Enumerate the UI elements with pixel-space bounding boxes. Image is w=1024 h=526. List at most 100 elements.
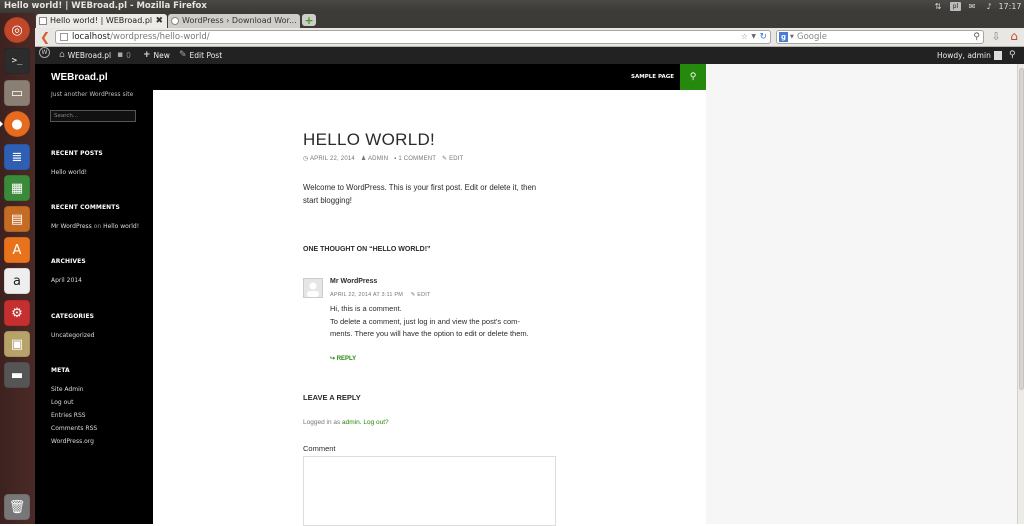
bookmark-star-icon[interactable]: ☆: [741, 31, 748, 43]
header-search-button[interactable]: ⚲: [680, 64, 706, 90]
url-path: /wordpress/hello-world/: [110, 32, 210, 42]
post-comment-count[interactable]: 1 COMMENT: [398, 156, 436, 162]
reply-arrow-icon: ↪: [330, 356, 336, 362]
home-icon[interactable]: ⌂: [1007, 29, 1021, 44]
downloads-icon[interactable]: ⇩: [990, 30, 1002, 44]
logged-in-text: Logged in as admin. Log out?: [303, 419, 389, 426]
trash-icon[interactable]: 🗑: [4, 494, 30, 520]
admin-bar-account[interactable]: Howdy, admin: [937, 47, 1002, 64]
archive-link[interactable]: April 2014: [51, 277, 82, 284]
firefox-icon[interactable]: ●: [4, 111, 30, 137]
reply-button[interactable]: ↪ REPLY: [330, 355, 356, 362]
meta-link-wordpress-org[interactable]: WordPress.org: [51, 438, 94, 445]
logged-in-as-label: Logged in as: [303, 419, 341, 426]
pencil-icon: ✎: [441, 156, 448, 162]
meta-link-site-admin[interactable]: Site Admin: [51, 386, 84, 393]
post-edit-link[interactable]: EDIT: [449, 156, 463, 162]
vertical-scrollbar[interactable]: [1017, 64, 1024, 524]
post-body: Welcome to WordPress. This is your first…: [303, 181, 536, 207]
comment-date[interactable]: APRIL 22, 2014 AT 3:11 PM: [330, 292, 403, 298]
volume-icon[interactable]: ♪: [983, 0, 995, 13]
admin-bar-site-link[interactable]: ⌂ WEBroad.pl: [59, 47, 111, 64]
archive-manager-icon[interactable]: ▣: [4, 331, 30, 357]
software-center-icon[interactable]: A: [4, 237, 30, 263]
comment-line: To delete a comment, just log in and vie…: [330, 316, 520, 326]
admin-bar-site-name: WEBroad.pl: [67, 51, 112, 60]
plus-icon: +: [143, 50, 151, 60]
meta-link-entries-rss[interactable]: Entries RSS: [51, 412, 86, 419]
recent-comment-post-link[interactable]: Hello world!: [103, 223, 139, 230]
user-icon: ♟: [360, 156, 367, 162]
chevron-down-icon[interactable]: ▼: [790, 31, 794, 43]
terminal-icon[interactable]: >_: [4, 48, 30, 74]
post-author[interactable]: ADMIN: [368, 156, 388, 162]
dropdown-arrow-icon[interactable]: ▼: [751, 31, 756, 43]
comment-body: Hi, this is a comment. To delete a comme…: [330, 303, 529, 341]
comments-heading: ONE THOUGHT ON “HELLO WORLD!”: [303, 246, 431, 253]
tab-label: WordPress › Download Wor...: [182, 16, 297, 25]
writer-icon[interactable]: ≣: [4, 144, 30, 170]
admin-bar-new[interactable]: + New: [143, 47, 170, 64]
clock-icon: ◷: [303, 156, 309, 162]
meta-link-log-out[interactable]: Log out: [51, 399, 73, 406]
reply-label: REPLY: [336, 356, 357, 362]
files-icon[interactable]: ▭: [4, 80, 30, 106]
page-icon: [39, 17, 47, 25]
keyboard-layout-indicator[interactable]: pl: [950, 2, 961, 11]
tab-wordpress-download[interactable]: WordPress › Download Wor...: [168, 14, 300, 28]
category-link[interactable]: Uncategorized: [51, 332, 94, 339]
amazon-icon[interactable]: a: [4, 268, 30, 294]
recent-comment-author[interactable]: Mr WordPress: [51, 223, 92, 230]
comment-edit-link[interactable]: EDIT: [417, 292, 430, 298]
tab-hello-world[interactable]: Hello world! | WEBroad.pl ✖: [36, 14, 167, 28]
logged-in-user-link[interactable]: admin.: [342, 419, 362, 426]
site-title[interactable]: WEBroad.pl: [51, 72, 108, 83]
page-background: [706, 64, 1017, 524]
url-host: localhost: [72, 32, 111, 42]
wordpress-icon: [171, 17, 179, 25]
scrollbar-thumb[interactable]: [1019, 68, 1024, 390]
widget-heading-archives: ARCHIVES: [51, 258, 86, 265]
comments-bubble-icon[interactable]: ▪ 0: [117, 47, 131, 64]
comment-line: ments. There you will have the option to…: [330, 329, 529, 338]
search-icon[interactable]: ⚲: [973, 31, 980, 43]
wp-logo-icon[interactable]: W: [39, 47, 50, 58]
site-identity-icon[interactable]: [60, 33, 68, 41]
meta-link-comments-rss[interactable]: Comments RSS: [51, 425, 97, 432]
network-transfer-icon[interactable]: ⇅: [932, 0, 944, 13]
main-content: HELLO WORLD! ◷ APRIL 22, 2014 ♟ ADMIN ▪ …: [153, 90, 706, 526]
back-button[interactable]: ❮: [38, 29, 52, 45]
url-bar[interactable]: localhost/wordpress/hello-world/ ☆ ▼ ↻: [55, 30, 771, 44]
search-bar[interactable]: g ▼ Google ⚲: [776, 30, 984, 44]
drive-icon[interactable]: ▬: [4, 362, 30, 388]
mail-envelope-icon[interactable]: ✉: [967, 0, 977, 13]
close-icon[interactable]: ✖: [155, 14, 163, 28]
reload-icon[interactable]: ↻: [759, 31, 767, 43]
admin-bar-search-icon[interactable]: ⚲: [1009, 47, 1016, 64]
post-title: HELLO WORLD!: [303, 130, 436, 149]
post-body-line: Welcome to WordPress. This is your first…: [303, 183, 537, 192]
admin-bar-edit-post[interactable]: ✎ Edit Post: [179, 47, 222, 64]
comment-author[interactable]: Mr WordPress: [330, 278, 377, 285]
comment-line: Hi, this is a comment.: [330, 304, 402, 313]
system-top-panel: Hello world! | WEBroad.pl - Mozilla Fire…: [0, 0, 1024, 13]
admin-bar-edit-label: Edit Post: [189, 51, 223, 60]
tab-label: Hello world! | WEBroad.pl: [50, 16, 153, 25]
unity-launcher: ◎ >_ ▭ ● ≣ ▦ ▤ A a ⚙ ▣ ▬ 🗑: [0, 13, 36, 524]
new-tab-button[interactable]: +: [302, 14, 316, 27]
widget-heading-recent-comments: RECENT COMMENTS: [51, 204, 120, 211]
post-date[interactable]: APRIL 22, 2014: [310, 156, 355, 162]
impress-icon[interactable]: ▤: [4, 206, 30, 232]
site-tagline: Just another WordPress site: [51, 91, 134, 98]
nav-sample-page[interactable]: SAMPLE PAGE: [631, 64, 674, 90]
logout-link[interactable]: Log out?: [363, 419, 388, 426]
sidebar-search-input[interactable]: Search...: [50, 110, 136, 122]
comment-textarea[interactable]: [303, 456, 556, 526]
calc-icon[interactable]: ▦: [4, 175, 30, 201]
clock[interactable]: 17:17: [998, 0, 1022, 13]
dash-home-icon[interactable]: ◎: [4, 17, 30, 43]
comment-field-label: Comment: [303, 444, 336, 453]
recent-post-link[interactable]: Hello world!: [51, 169, 87, 176]
system-settings-icon[interactable]: ⚙: [4, 300, 30, 326]
google-engine-icon[interactable]: g: [779, 32, 788, 42]
